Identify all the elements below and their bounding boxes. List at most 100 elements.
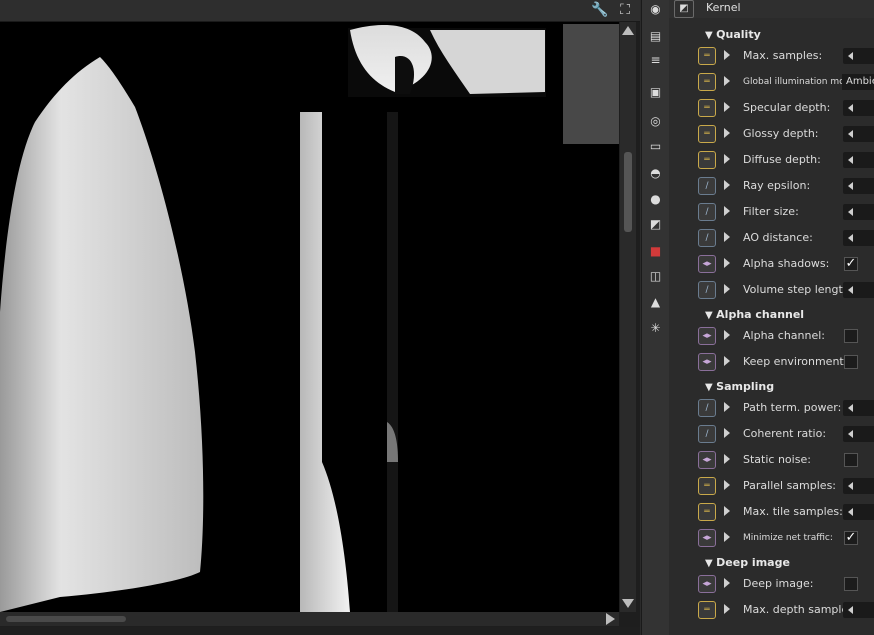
curve-pin-icon[interactable]: ∕ xyxy=(698,203,716,221)
float-pin-icon[interactable]: ═ xyxy=(698,601,716,619)
scroll-down-icon[interactable] xyxy=(622,599,634,608)
value-stepper[interactable] xyxy=(843,48,874,64)
mode-dropdown[interactable]: Ambient occlusion xyxy=(842,74,874,90)
float-pin-icon[interactable]: ═ xyxy=(698,477,716,495)
fullscreen-icon[interactable]: ⛶ xyxy=(617,2,633,18)
expand-row-icon[interactable] xyxy=(724,232,730,242)
expand-row-icon[interactable] xyxy=(724,402,730,412)
monitor-icon[interactable]: ▭ xyxy=(647,138,664,155)
decrement-icon[interactable] xyxy=(848,482,853,490)
image-icon[interactable]: ▣ xyxy=(647,84,664,101)
value-stepper[interactable] xyxy=(843,230,874,246)
layers-stack-icon[interactable]: ◫ xyxy=(647,268,664,285)
render-image[interactable] xyxy=(0,22,619,612)
setting-checkbox[interactable] xyxy=(844,453,858,467)
scrollbar-thumb[interactable] xyxy=(624,152,632,232)
value-stepper[interactable] xyxy=(843,504,874,520)
material-icon[interactable]: ● xyxy=(647,191,664,208)
expand-row-icon[interactable] xyxy=(724,258,730,268)
section-collapse-icon[interactable]: ▼ xyxy=(705,382,716,393)
expand-row-icon[interactable] xyxy=(724,532,730,542)
section-collapse-icon[interactable]: ▼ xyxy=(705,30,716,41)
value-stepper[interactable] xyxy=(843,152,874,168)
decrement-icon[interactable] xyxy=(848,286,853,294)
bool-pin-icon[interactable]: ◂▸ xyxy=(698,575,716,593)
expand-row-icon[interactable] xyxy=(724,206,730,216)
expand-row-icon[interactable] xyxy=(724,428,730,438)
expand-row-icon[interactable] xyxy=(724,356,730,366)
layers-icon[interactable]: ≡ xyxy=(647,52,664,69)
kernel-icon[interactable]: ◩ xyxy=(674,0,694,18)
expand-row-icon[interactable] xyxy=(724,284,730,294)
decrement-icon[interactable] xyxy=(848,130,853,138)
curve-pin-icon[interactable]: ∕ xyxy=(698,425,716,443)
decrement-icon[interactable] xyxy=(848,156,853,164)
viewport-horizontal-scrollbar[interactable] xyxy=(0,612,619,626)
scroll-right-icon[interactable] xyxy=(606,613,615,625)
section-header[interactable]: ▼ Alpha channel xyxy=(705,307,804,323)
decrement-icon[interactable] xyxy=(848,234,853,242)
value-stepper[interactable] xyxy=(843,478,874,494)
wrench-icon[interactable]: 🔧 xyxy=(591,2,608,18)
expand-row-icon[interactable] xyxy=(724,454,730,464)
bool-pin-icon[interactable]: ◂▸ xyxy=(698,327,716,345)
curve-pin-icon[interactable]: ∕ xyxy=(698,281,716,299)
node-icon[interactable]: ◩ xyxy=(647,216,664,233)
viewport-vertical-scrollbar[interactable] xyxy=(620,22,636,612)
sun-icon[interactable]: ✳ xyxy=(647,320,664,337)
float-pin-icon[interactable]: ═ xyxy=(698,151,716,169)
expand-row-icon[interactable] xyxy=(724,128,730,138)
curve-pin-icon[interactable]: ∕ xyxy=(698,399,716,417)
render-target-icon[interactable]: ◉ xyxy=(647,1,664,18)
bool-pin-icon[interactable]: ◂▸ xyxy=(698,529,716,547)
decrement-icon[interactable] xyxy=(848,182,853,190)
bool-pin-icon[interactable]: ◂▸ xyxy=(698,451,716,469)
value-stepper[interactable] xyxy=(843,100,874,116)
setting-checkbox[interactable]: ✓ xyxy=(844,531,858,545)
decrement-icon[interactable] xyxy=(848,606,853,614)
expand-row-icon[interactable] xyxy=(724,604,730,614)
texture-icon[interactable]: ■ xyxy=(647,243,664,260)
scrollbar-thumb[interactable] xyxy=(6,616,126,622)
float-pin-icon[interactable]: ═ xyxy=(698,503,716,521)
setting-checkbox[interactable] xyxy=(844,577,858,591)
expand-row-icon[interactable] xyxy=(724,578,730,588)
expand-row-icon[interactable] xyxy=(724,102,730,112)
float-pin-icon[interactable]: ═ xyxy=(698,73,716,91)
decrement-icon[interactable] xyxy=(848,430,853,438)
float-pin-icon[interactable]: ═ xyxy=(698,99,716,117)
value-stepper[interactable] xyxy=(843,178,874,194)
expand-row-icon[interactable] xyxy=(724,506,730,516)
bool-pin-icon[interactable]: ◂▸ xyxy=(698,353,716,371)
expand-row-icon[interactable] xyxy=(724,180,730,190)
value-stepper[interactable] xyxy=(843,400,874,416)
value-stepper[interactable] xyxy=(843,126,874,142)
database-icon[interactable]: ◓ xyxy=(647,165,664,182)
picture-icon[interactable]: ▲ xyxy=(647,294,664,311)
value-stepper[interactable] xyxy=(843,426,874,442)
section-collapse-icon[interactable]: ▼ xyxy=(705,310,716,321)
setting-checkbox[interactable] xyxy=(844,355,858,369)
value-stepper[interactable] xyxy=(843,282,874,298)
section-header[interactable]: ▼ Quality xyxy=(705,27,761,43)
decrement-icon[interactable] xyxy=(848,404,853,412)
value-stepper[interactable] xyxy=(843,204,874,220)
section-collapse-icon[interactable]: ▼ xyxy=(705,558,716,569)
float-pin-icon[interactable]: ═ xyxy=(698,125,716,143)
expand-row-icon[interactable] xyxy=(724,76,730,86)
expand-row-icon[interactable] xyxy=(724,50,730,60)
decrement-icon[interactable] xyxy=(848,104,853,112)
curve-pin-icon[interactable]: ∕ xyxy=(698,177,716,195)
decrement-icon[interactable] xyxy=(848,508,853,516)
expand-row-icon[interactable] xyxy=(724,330,730,340)
setting-checkbox[interactable]: ✓ xyxy=(844,257,858,271)
section-header[interactable]: ▼ Sampling xyxy=(705,379,774,395)
decrement-icon[interactable] xyxy=(848,208,853,216)
value-stepper[interactable] xyxy=(843,602,874,618)
kernel-settings-icon[interactable]: ▤ xyxy=(647,28,664,45)
bool-pin-icon[interactable]: ◂▸ xyxy=(698,255,716,273)
float-pin-icon[interactable]: ═ xyxy=(698,47,716,65)
decrement-icon[interactable] xyxy=(848,52,853,60)
expand-row-icon[interactable] xyxy=(724,154,730,164)
setting-checkbox[interactable] xyxy=(844,329,858,343)
